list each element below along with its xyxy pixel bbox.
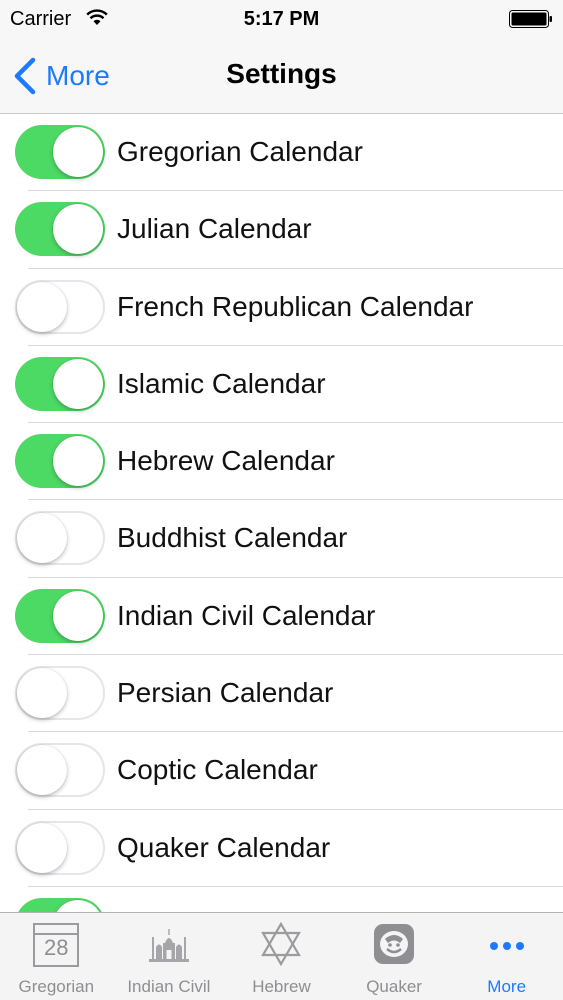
list-item-gregorian-calendar: Gregorian Calendar — [0, 114, 563, 192]
calendar-label: Gregorian Calendar — [117, 136, 363, 167]
toggle-knob — [17, 513, 67, 564]
list-item-islamic-calendar: Islamic Calendar — [0, 346, 563, 424]
calendar-label: French Republican Calendar — [117, 290, 474, 322]
indian-civil-calendar-toggle[interactable] — [15, 588, 105, 643]
hebrew-calendar-toggle[interactable] — [15, 434, 105, 489]
list-item-buddhist-calendar: Buddhist Calendar — [0, 500, 563, 578]
toggle-knob — [53, 899, 103, 912]
calendar-icon-header — [35, 925, 78, 935]
buddhist-calendar-toggle[interactable] — [15, 511, 105, 566]
toggle-knob — [17, 745, 67, 796]
tab-gregorian[interactable]: 28 Gregorian — [0, 913, 113, 1000]
star-of-david-icon — [261, 921, 302, 967]
settings-screen: Carrier 5:17 PM More Settings Gregorian … — [0, 0, 563, 1000]
calendar-label: Quaker Calendar — [117, 831, 331, 863]
list-item-hebrew-calendar: Hebrew Calendar — [0, 423, 563, 501]
more-dots-icon — [489, 942, 524, 950]
toggle-knob — [17, 668, 67, 719]
calendar-label: Indian Civil Calendar — [117, 599, 376, 631]
toggle-knob — [53, 127, 103, 177]
toggle-knob — [53, 358, 103, 409]
list-item-coptic-calendar: Coptic Calendar — [0, 732, 563, 810]
tab-label: Hebrew — [252, 977, 311, 996]
status-bar: Carrier 5:17 PM — [0, 0, 563, 40]
persian-calendar-toggle[interactable] — [15, 666, 105, 721]
calendar-label: Julian Calendar — [117, 213, 312, 245]
toggle-knob — [53, 590, 103, 641]
tab-indian-civil[interactable]: Indian Civil — [113, 913, 226, 1000]
list-item-partially-hidden — [0, 887, 563, 912]
toggle-knob — [53, 436, 103, 487]
toggle-knob — [17, 822, 67, 873]
tab-quaker[interactable]: Quaker — [338, 913, 451, 1000]
toggle-knob — [17, 281, 67, 332]
julian-calendar-toggle[interactable] — [15, 202, 105, 257]
status-time: 5:17 PM — [243, 8, 320, 30]
battery-icon — [509, 10, 552, 28]
quaker-calendar-toggle[interactable] — [15, 820, 105, 875]
tab-more[interactable]: More — [450, 913, 563, 1000]
toggle-knob — [53, 204, 103, 255]
calendar-label: Islamic Calendar — [117, 367, 326, 399]
list-item-julian-calendar: Julian Calendar — [0, 191, 563, 269]
calendar-label: Hebrew Calendar — [117, 445, 335, 477]
calendar-settings-list: Gregorian Calendar Julian Calendar Frenc… — [0, 114, 563, 912]
list-item-persian-calendar: Persian Calendar — [0, 655, 563, 733]
tab-label: More — [487, 977, 527, 996]
calendar-label: Persian Calendar — [117, 677, 334, 709]
page-title: Settings — [226, 58, 337, 89]
tab-label: Indian Civil — [127, 977, 211, 996]
calendar-label: Coptic Calendar — [117, 754, 318, 786]
tab-label: Quaker — [366, 977, 422, 996]
tab-hebrew[interactable]: Hebrew — [225, 913, 338, 1000]
calendar-icon-date: 28 — [44, 935, 69, 960]
partially-hidden-calendar-toggle[interactable] — [15, 897, 105, 912]
tab-label: Gregorian — [18, 977, 95, 996]
islamic-calendar-toggle[interactable] — [15, 356, 105, 411]
list-item-quaker-calendar: Quaker Calendar — [0, 810, 563, 887]
quaker-icon — [374, 924, 415, 964]
calendar-icon: 28 — [33, 923, 80, 967]
french-republican-calendar-toggle[interactable] — [15, 279, 105, 334]
list-item-indian-civil-calendar: Indian Civil Calendar — [0, 578, 563, 656]
gregorian-calendar-toggle[interactable] — [15, 125, 105, 179]
temple-icon — [148, 929, 189, 962]
coptic-calendar-toggle[interactable] — [15, 743, 105, 798]
tab-bar: 28 Gregorian Indian Civil Hebrew Quaker … — [0, 912, 563, 1000]
calendar-label: Buddhist Calendar — [117, 522, 348, 554]
list-item-french-republican-calendar: French Republican Calendar — [0, 269, 563, 346]
navigation-bar: More Settings — [0, 40, 563, 114]
